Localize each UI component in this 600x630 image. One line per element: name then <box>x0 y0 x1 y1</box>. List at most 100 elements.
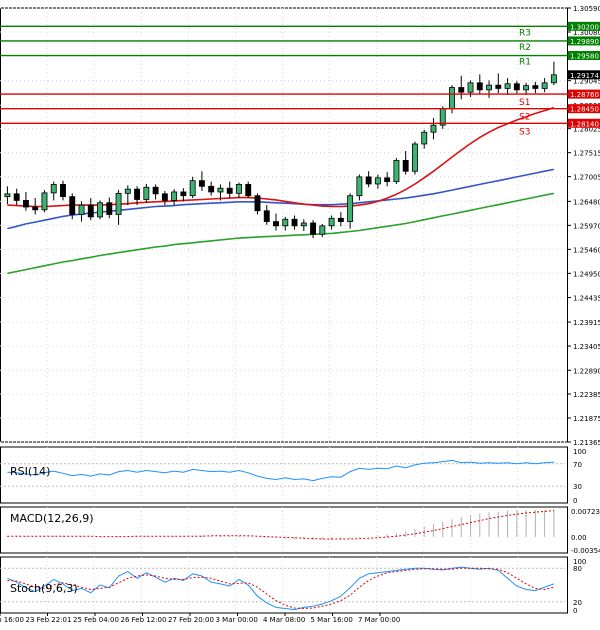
candle-body <box>430 124 437 133</box>
candle-body <box>152 186 159 195</box>
candle-body <box>356 176 363 197</box>
candle-body <box>347 195 354 222</box>
macd-tick-label: 0.00 <box>571 534 587 542</box>
candle-body <box>161 193 168 201</box>
stoch-label: Stoch(9,6,3) <box>10 582 78 595</box>
stoch-tick-label: 80 <box>573 565 582 573</box>
candle-body <box>291 218 298 227</box>
chart-canvas: 1.305901.300801.290451.285251.280251.275… <box>0 5 600 624</box>
candle-body <box>393 160 400 183</box>
candle-body <box>236 184 242 194</box>
rsi-label: RSI(14) <box>10 465 50 478</box>
candle-body <box>449 87 455 110</box>
ma-line-red <box>7 106 555 208</box>
candle-body <box>458 87 465 93</box>
y-tick-label: 1.30590 <box>573 5 600 13</box>
y-tick-label: 1.23405 <box>573 343 600 351</box>
level-price-label-r2: 1.29890 <box>570 38 599 46</box>
x-tick-label: 18 Feb 16:00 <box>0 616 24 624</box>
candle-body <box>124 188 131 194</box>
candle-body <box>337 217 344 222</box>
rsi-tick-label: 30 <box>573 483 582 491</box>
macd-label: MACD(12,26,9) <box>10 512 94 525</box>
x-tick-label: 26 Feb 12:00 <box>121 616 167 624</box>
macd-tick-label: -0.00354 <box>571 547 600 555</box>
y-tick-label: 1.24435 <box>573 295 600 303</box>
candle-body <box>467 82 474 93</box>
y-tick-label: 1.26480 <box>573 198 600 206</box>
level-price-label-s1: 1.28760 <box>570 91 599 99</box>
candle-body <box>171 191 178 201</box>
candle-body <box>4 193 11 198</box>
candle-body <box>523 85 530 91</box>
candle-body <box>106 202 113 215</box>
candle-body <box>134 188 141 200</box>
candle-body <box>402 160 409 172</box>
y-tick-label: 1.27515 <box>573 150 600 158</box>
x-tick-label: 25 Feb 04:00 <box>73 616 119 624</box>
y-tick-label: 1.22890 <box>573 367 600 375</box>
y-tick-label: 1.25970 <box>573 222 600 230</box>
candle-body <box>310 222 317 235</box>
level-price-label-r1: 1.29580 <box>570 53 599 61</box>
candle-body <box>41 192 48 211</box>
candle-body <box>412 143 418 172</box>
candle-body <box>263 210 270 222</box>
candle-body <box>365 176 372 185</box>
candle-body <box>208 185 215 193</box>
candle-body <box>97 202 103 218</box>
candle-body <box>217 187 224 193</box>
price-chart: 1.305901.300801.290451.285251.280251.275… <box>0 0 600 626</box>
candle-body <box>60 184 66 198</box>
level-name-s1: S1 <box>519 98 530 108</box>
y-tick-label: 1.25460 <box>573 246 600 254</box>
candle-body <box>22 200 29 208</box>
ma-line-blue <box>7 168 555 230</box>
stoch-tick-label: 0 <box>573 607 577 615</box>
y-tick-label: 1.23915 <box>573 319 600 327</box>
stoch-k-line <box>7 566 555 611</box>
x-tick-label: 5 Mar 16:00 <box>311 616 353 624</box>
candle-body <box>50 184 57 194</box>
level-name-r2: R2 <box>519 43 531 53</box>
candle-body <box>180 191 187 197</box>
stoch-d-line <box>7 567 555 610</box>
level-name-r3: R3 <box>519 28 531 38</box>
y-tick-label: 1.21875 <box>573 415 600 423</box>
x-tick-label: 4 Mar 08:00 <box>263 616 305 624</box>
candle-body <box>69 196 76 215</box>
x-tick-label: 23 Feb 22:01 <box>26 616 72 624</box>
candle-body <box>189 180 196 197</box>
candle-body <box>532 85 539 89</box>
candle-body <box>550 74 557 84</box>
x-tick-label: 27 Feb 20:00 <box>168 616 214 624</box>
candle-body <box>319 225 326 235</box>
macd-tick-label: 0.007236 <box>571 508 600 516</box>
level-price-label-s3: 1.28140 <box>570 120 599 128</box>
candle-body <box>198 180 205 187</box>
level-price-label-s2: 1.28450 <box>570 106 599 114</box>
current-price-label: 1.29174 <box>570 72 599 80</box>
candle-body <box>384 177 391 183</box>
candle-body <box>115 192 122 215</box>
rsi-tick-label: 70 <box>573 461 582 469</box>
candle-body <box>513 83 520 91</box>
candle-body <box>504 83 511 89</box>
candle-body <box>495 84 502 89</box>
level-price-label-r3: 1.30200 <box>570 23 599 31</box>
candle-body <box>254 195 261 212</box>
candle-body <box>300 222 307 227</box>
x-tick-label: 7 Mar 00:00 <box>358 616 400 624</box>
candle-body <box>486 84 492 91</box>
candle-body <box>13 193 20 201</box>
candle-body <box>32 206 39 211</box>
candle-body <box>226 187 233 194</box>
candle-body <box>87 204 94 218</box>
candle-body <box>282 218 289 227</box>
level-name-s3: S3 <box>519 127 530 137</box>
candle-body <box>541 82 548 89</box>
x-tick-label: 3 Mar 00:00 <box>216 616 258 624</box>
level-name-r1: R1 <box>519 58 531 68</box>
y-tick-label: 1.24950 <box>573 270 600 278</box>
candle-body <box>273 221 279 227</box>
